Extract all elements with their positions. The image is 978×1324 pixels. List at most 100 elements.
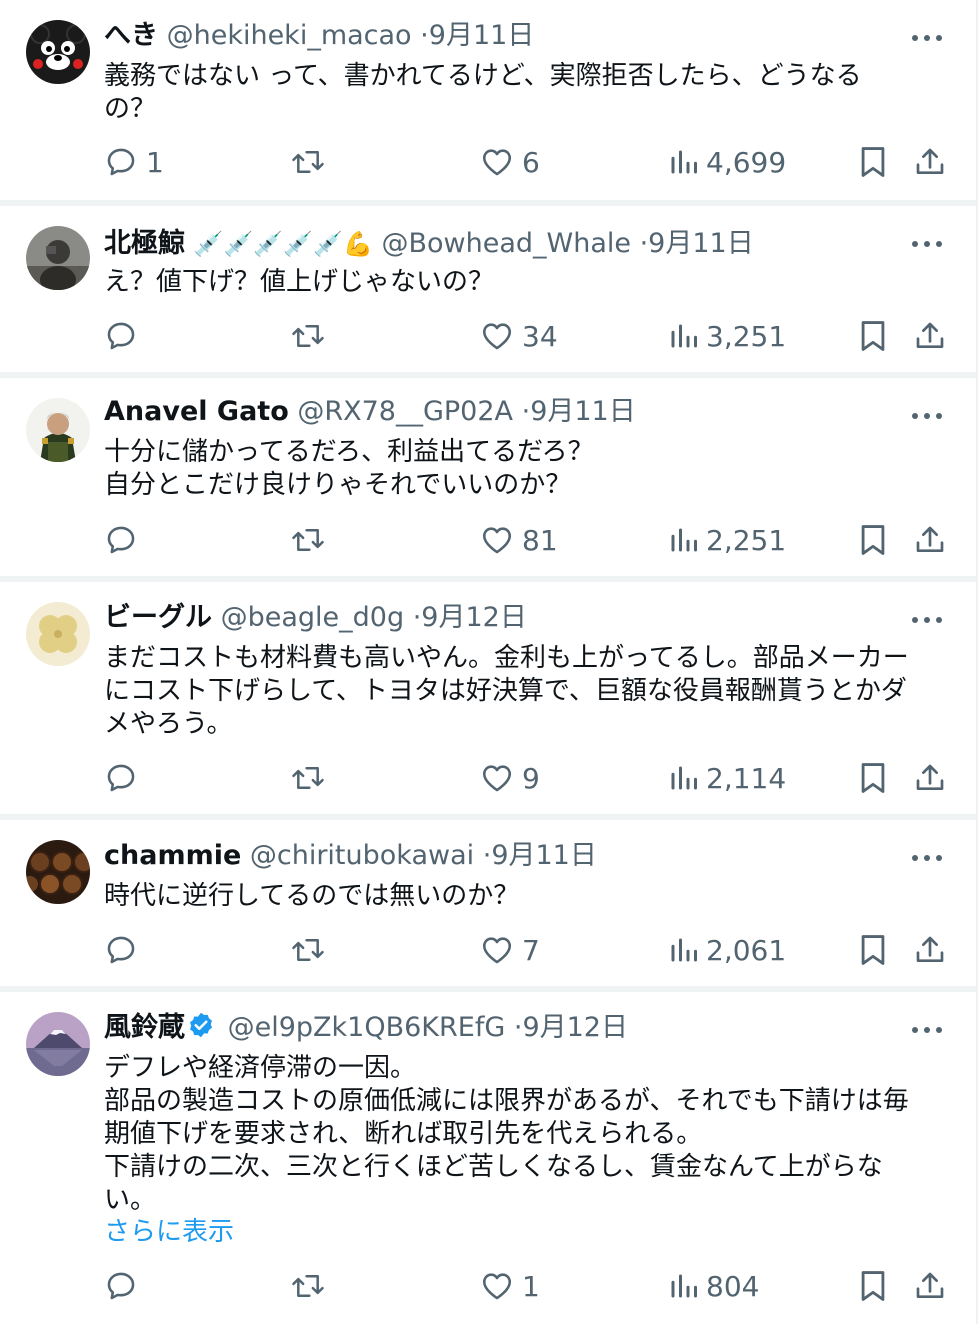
bookmark-button[interactable]	[858, 522, 888, 558]
views-button[interactable]: 804	[668, 1268, 759, 1304]
tweet[interactable]: 風鈴蔵 @el9pZk1QB6KREfG ·9月12日 デフレや経済停滞の一因。…	[0, 992, 978, 1324]
action-bar: 9 2,114	[104, 760, 954, 796]
action-bar: 34 3,251	[104, 318, 954, 354]
like-button[interactable]: 1	[480, 1268, 540, 1304]
reply-button[interactable]	[104, 1268, 146, 1304]
retweet-button[interactable]	[290, 318, 334, 354]
bookmark-button[interactable]	[858, 932, 888, 968]
tweet-text: え？値下げ？値上げじゃないの？	[104, 267, 495, 297]
timestamp[interactable]: 9月11日	[530, 396, 636, 427]
like-button[interactable]: 9	[480, 760, 540, 796]
tweet-header: Anavel Gato @RX78__GP02A ·9月11日	[104, 392, 636, 432]
tweet-text: 時代に逆行してるのでは無いのか？	[104, 881, 520, 911]
more-options-icon[interactable]	[910, 848, 944, 868]
tweet[interactable]: ビーグル @beagle_d0g ·9月12日 まだコストも材料費も高いやん。金…	[0, 582, 978, 814]
timestamp[interactable]: 9月11日	[429, 20, 535, 51]
handle[interactable]: @beagle_d0g	[221, 602, 405, 633]
like-button[interactable]: 34	[480, 318, 558, 354]
handle[interactable]: @Bowhead_Whale	[381, 228, 631, 259]
tweet-header: ビーグル @beagle_d0g ·9月12日	[104, 598, 527, 638]
timestamp[interactable]: 9月11日	[648, 228, 754, 259]
views-button[interactable]: 2,061	[668, 932, 786, 968]
like-button[interactable]: 6	[480, 144, 540, 180]
bookmark-button[interactable]	[858, 1268, 888, 1304]
more-options-icon[interactable]	[910, 406, 944, 426]
tweet[interactable]: chammie @chiritubokawai ·9月11日 時代に逆行してるの…	[0, 820, 978, 986]
handle[interactable]: @hekiheki_macao	[167, 20, 412, 51]
like-button[interactable]: 7	[480, 932, 540, 968]
views-button[interactable]: 3,251	[668, 318, 786, 354]
retweet-button[interactable]	[290, 522, 334, 558]
heart-icon	[482, 765, 512, 792]
like-button[interactable]: 81	[480, 522, 558, 558]
views-button[interactable]: 2,114	[668, 760, 786, 796]
show-more-link[interactable]: さらに表示	[104, 1216, 234, 1249]
reply-icon	[107, 936, 135, 964]
handle[interactable]: @RX78__GP02A	[297, 396, 513, 427]
timestamp[interactable]: 9月12日	[421, 602, 527, 633]
share-button[interactable]	[914, 932, 946, 968]
heart-icon	[482, 1273, 512, 1300]
handle[interactable]: @el9pZk1QB6KREfG	[228, 1012, 506, 1043]
avatar[interactable]	[26, 840, 90, 904]
avatar[interactable]	[26, 20, 90, 84]
heart-icon	[482, 149, 512, 176]
avatar[interactable]	[26, 1012, 90, 1076]
display-name[interactable]: 北極鯨	[104, 228, 185, 259]
retweet-button[interactable]	[290, 760, 334, 796]
display-name[interactable]: ビーグル	[104, 602, 212, 633]
tweet-text: デフレや経済停滞の一因。 部品の製造コストの原価低減には限界があるが、それでも下…	[104, 1053, 909, 1215]
view-count: 4,699	[706, 145, 787, 179]
share-button[interactable]	[914, 760, 946, 796]
views-button[interactable]: 2,251	[668, 522, 786, 558]
display-name[interactable]: 風鈴蔵	[104, 1012, 185, 1043]
display-name[interactable]: chammie	[104, 840, 241, 871]
timestamp[interactable]: 9月11日	[491, 840, 597, 871]
heart-icon	[482, 937, 512, 964]
share-button[interactable]	[914, 144, 946, 180]
tweet[interactable]: へき @hekiheki_macao ·9月11日 義務ではない って、書かれて…	[0, 0, 978, 200]
avatar[interactable]	[26, 602, 90, 666]
verified-badge-icon	[190, 1012, 212, 1038]
bar-chart-icon	[671, 1274, 697, 1298]
dot-separator: ·	[420, 20, 429, 51]
bookmark-icon	[861, 525, 885, 555]
bookmark-icon	[861, 935, 885, 965]
reply-button[interactable]	[104, 932, 146, 968]
share-button[interactable]	[914, 1268, 946, 1304]
share-button[interactable]	[914, 318, 946, 354]
avatar[interactable]	[26, 226, 90, 290]
bar-chart-icon	[671, 938, 697, 962]
kumamon-avatar-icon	[26, 20, 90, 84]
tweet-text: 十分に儲かってるだろ、利益出てるだろ？ 自分とこだけ良けりゃそれでいいのか？	[104, 437, 594, 500]
timestamp[interactable]: 9月12日	[522, 1012, 628, 1043]
bookmark-button[interactable]	[858, 318, 888, 354]
more-options-icon[interactable]	[910, 28, 944, 48]
views-button[interactable]: 4,699	[668, 144, 786, 180]
more-options-icon[interactable]	[910, 234, 944, 254]
bookmark-button[interactable]	[858, 144, 888, 180]
display-name[interactable]: へき	[104, 20, 158, 51]
reply-button[interactable]: 1	[104, 144, 164, 180]
tweet-text: まだコストも材料費も高いやん。金利も上がってるし。部品メーカー にコスト下げらし…	[104, 643, 909, 739]
retweet-button[interactable]	[290, 932, 334, 968]
reply-button[interactable]	[104, 522, 146, 558]
retweet-button[interactable]	[290, 1268, 334, 1304]
bookmark-icon	[861, 147, 885, 177]
handle[interactable]: @chiritubokawai	[250, 840, 474, 871]
bookmark-button[interactable]	[858, 760, 888, 796]
tweet[interactable]: Anavel Gato @RX78__GP02A ·9月11日 十分に儲かってる…	[0, 378, 978, 576]
share-button[interactable]	[914, 522, 946, 558]
avatar[interactable]	[26, 398, 90, 462]
reply-count: 1	[146, 145, 164, 179]
reply-button[interactable]	[104, 318, 146, 354]
more-options-icon[interactable]	[910, 610, 944, 630]
display-name[interactable]: Anavel Gato	[104, 396, 289, 427]
more-options-icon[interactable]	[910, 1020, 944, 1040]
tweet[interactable]: 北極鯨 💉💉💉💉💉💪 @Bowhead_Whale ·9月11日 え？値下げ？値…	[0, 206, 978, 372]
retweet-button[interactable]	[290, 144, 334, 180]
share-icon	[916, 936, 944, 962]
reply-button[interactable]	[104, 760, 146, 796]
view-count: 2,251	[706, 523, 787, 557]
share-icon	[916, 322, 944, 348]
